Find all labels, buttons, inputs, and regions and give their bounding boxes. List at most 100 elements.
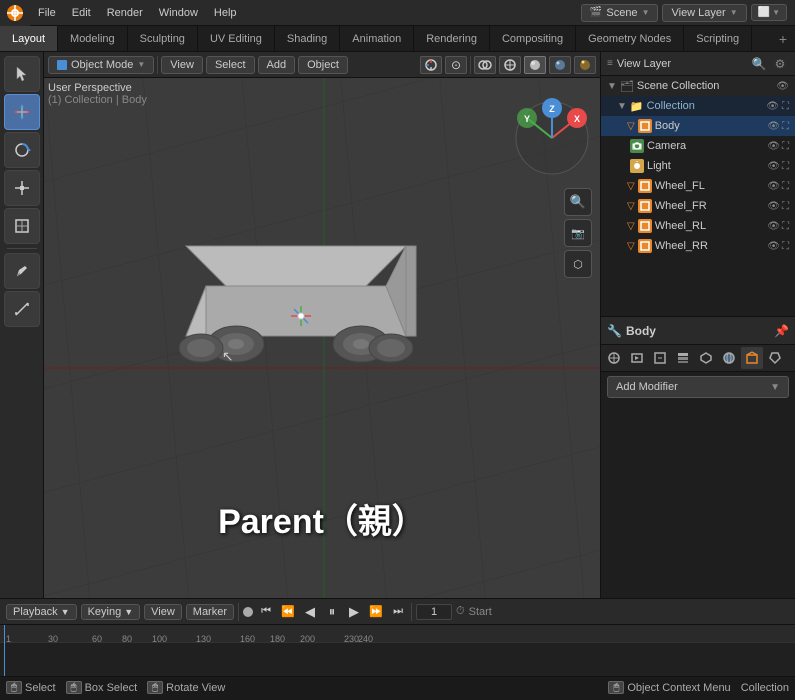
solid-shading[interactable] — [524, 56, 546, 74]
outliner-item-camera[interactable]: Camera 👁 ⛶ — [601, 136, 795, 156]
wheel-rl-restrict[interactable]: ⛶ — [782, 221, 789, 232]
statusbar-rotate-view[interactable]: 🖱 Rotate View — [147, 681, 225, 694]
viewport-gizmo-toggle[interactable] — [420, 56, 442, 74]
timeline-marker-menu[interactable]: Marker — [186, 604, 234, 620]
cursor-tool[interactable] — [4, 56, 40, 92]
light-restrict[interactable]: ⛶ — [782, 161, 789, 172]
tab-animation[interactable]: Animation — [340, 26, 414, 51]
timeline-view-menu[interactable]: View — [144, 604, 182, 620]
tab-shading[interactable]: Shading — [275, 26, 340, 51]
xray-toggle[interactable] — [474, 56, 496, 74]
camera-eye[interactable]: 👁 — [767, 141, 780, 152]
outliner-item-wheel-rl[interactable]: ▽ Wheel_RL 👁 ⛶ — [601, 216, 795, 236]
tab-sculpting[interactable]: Sculpting — [128, 26, 198, 51]
wireframe-shading[interactable] — [499, 56, 521, 74]
scene-collection-eye[interactable]: 👁 — [776, 81, 789, 92]
menu-help[interactable]: Help — [206, 0, 245, 25]
viewport-select-menu[interactable]: Select — [206, 56, 255, 74]
tab-modeling[interactable]: Modeling — [58, 26, 128, 51]
props-icon-world[interactable] — [718, 347, 740, 369]
props-icon-scene[interactable] — [603, 347, 625, 369]
annotate-tool[interactable] — [4, 253, 40, 289]
rendered-shading[interactable] — [574, 56, 596, 74]
light-eye[interactable]: 👁 — [767, 161, 780, 172]
wheel-rr-eye[interactable]: 👁 — [767, 241, 780, 252]
play-btn[interactable]: ▶ — [345, 603, 363, 621]
stop-btn[interactable]: ⏸ — [323, 603, 341, 621]
wheel-fl-restrict[interactable]: ⛶ — [782, 181, 789, 192]
properties-pin[interactable]: 📌 — [774, 324, 789, 338]
props-icon-scene2[interactable] — [695, 347, 717, 369]
current-frame-input[interactable]: 1 — [416, 604, 452, 620]
collection-row[interactable]: ▼ 📁 Collection 👁 ⛶ — [601, 96, 795, 116]
body-label: Body — [655, 120, 768, 132]
collection-eye[interactable]: 👁 — [766, 101, 779, 112]
wheel-fl-eye[interactable]: 👁 — [767, 181, 780, 192]
prev-keyframe-btn[interactable]: ⏪ — [279, 603, 297, 621]
props-icon-render[interactable] — [626, 347, 648, 369]
object-mode-selector[interactable]: Object Mode ▼ — [48, 56, 154, 74]
timeline-playhead[interactable] — [4, 625, 5, 676]
timeline-playback-menu[interactable]: Playback▼ — [6, 604, 77, 620]
menu-edit[interactable]: Edit — [64, 0, 99, 25]
viewport-object-menu[interactable]: Object — [298, 56, 348, 74]
outliner-search[interactable]: 🔍 — [750, 56, 768, 72]
tab-rendering[interactable]: Rendering — [414, 26, 490, 51]
camera-restrict[interactable]: ⛶ — [782, 141, 789, 152]
props-icon-object[interactable] — [741, 347, 763, 369]
outliner-filter[interactable]: ⚙ — [771, 56, 789, 72]
props-icon-output[interactable] — [649, 347, 671, 369]
jump-start-btn[interactable]: ⏮ — [257, 603, 275, 621]
viewport-add-menu[interactable]: Add — [258, 56, 296, 74]
tab-layout[interactable]: Layout — [0, 26, 58, 51]
outliner-item-wheel-fl[interactable]: ▽ Wheel_FL 👁 ⛶ — [601, 176, 795, 196]
timeline-keying-menu[interactable]: Keying▼ — [81, 604, 141, 620]
outliner-item-light[interactable]: Light 👁 ⛶ — [601, 156, 795, 176]
view-layer-selector[interactable]: View Layer ▼ — [662, 4, 746, 22]
measure-tool[interactable] — [4, 291, 40, 327]
viewport-view-menu[interactable]: View — [161, 56, 203, 74]
ortho-persp-button[interactable]: ⬡ — [564, 250, 592, 278]
camera-view-button[interactable]: 📷 — [564, 219, 592, 247]
tab-geometry-nodes[interactable]: Geometry Nodes — [576, 26, 684, 51]
add-modifier-button[interactable]: Add Modifier ▼ — [607, 376, 789, 398]
tab-scripting[interactable]: Scripting — [684, 26, 752, 51]
outliner-item-body[interactable]: ▽ Body 👁 ⛶ — [601, 116, 795, 136]
tab-uv[interactable]: UV Editing — [198, 26, 275, 51]
transform-tool[interactable] — [4, 208, 40, 244]
wheel-rr-restrict[interactable]: ⛶ — [782, 241, 789, 252]
collection-hide-select[interactable]: ⛶ — [782, 101, 789, 112]
blender-logo[interactable] — [0, 0, 30, 26]
menu-file[interactable]: File — [30, 0, 64, 25]
menu-render[interactable]: Render — [99, 0, 151, 25]
zoom-in-button[interactable]: 🔍 — [564, 188, 592, 216]
jump-end-btn[interactable]: ⏭ — [389, 603, 407, 621]
menu-window[interactable]: Window — [151, 0, 206, 25]
viewport-overlay-toggle[interactable]: ⊙ — [445, 56, 467, 74]
keyframe-dot[interactable] — [243, 607, 253, 617]
body-eye[interactable]: 👁 — [767, 121, 780, 132]
wheel-rl-eye[interactable]: 👁 — [767, 221, 780, 232]
material-shading[interactable] — [549, 56, 571, 74]
outliner-item-wheel-rr[interactable]: ▽ Wheel_RR 👁 ⛶ — [601, 236, 795, 256]
play-reverse-btn[interactable]: ◀ — [301, 603, 319, 621]
engine-selector[interactable]: ⬜ ▼ — [751, 4, 787, 21]
navigation-gizmo[interactable]: X Y Z — [512, 98, 592, 178]
statusbar-context-menu[interactable]: 🖱 Object Context Menu — [608, 681, 730, 694]
wheel-fr-eye[interactable]: 👁 — [767, 201, 780, 212]
add-workspace-button[interactable]: + — [771, 31, 795, 47]
statusbar-box-select[interactable]: 🖱 Box Select — [66, 681, 138, 694]
outliner-item-wheel-fr[interactable]: ▽ Wheel_FR 👁 ⛶ — [601, 196, 795, 216]
props-icon-modifier[interactable] — [764, 347, 786, 369]
statusbar-select[interactable]: 🖱 Select — [6, 681, 56, 694]
scale-tool[interactable] — [4, 170, 40, 206]
tab-compositing[interactable]: Compositing — [490, 26, 576, 51]
rotate-tool[interactable] — [4, 132, 40, 168]
next-keyframe-btn[interactable]: ⏩ — [367, 603, 385, 621]
scene-collection-row[interactable]: ▼ 🗂 Scene Collection 👁 — [601, 76, 795, 96]
body-select[interactable]: ⛶ — [782, 121, 789, 132]
scene-selector[interactable]: 🎬 Scene ▼ — [581, 4, 659, 22]
move-tool[interactable] — [4, 94, 40, 130]
wheel-fr-restrict[interactable]: ⛶ — [782, 201, 789, 212]
props-icon-viewlayer[interactable] — [672, 347, 694, 369]
